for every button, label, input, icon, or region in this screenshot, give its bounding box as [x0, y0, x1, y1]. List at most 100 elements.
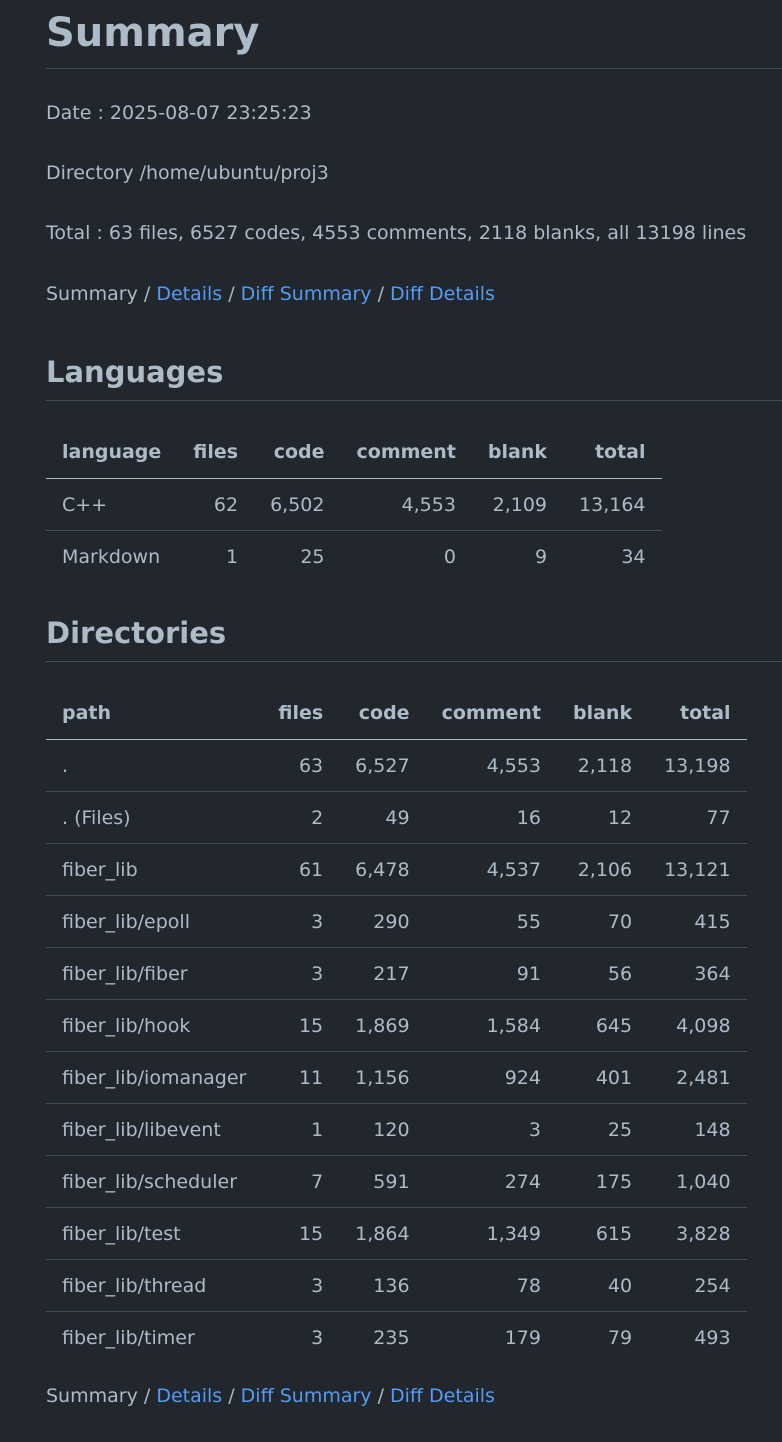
nav-diff-summary-link[interactable]: Diff Summary [241, 283, 372, 305]
table-row: . 63 6,527 4,553 2,118 13,198 [46, 739, 747, 792]
table-header-row: path files code comment blank total [46, 687, 747, 740]
numeric-cell: 91 [425, 947, 557, 1000]
numeric-cell: 415 [648, 895, 747, 948]
column-header[interactable]: comment [340, 426, 472, 479]
numeric-cell: 3,828 [648, 1207, 747, 1260]
column-header[interactable]: code [339, 687, 426, 740]
numeric-cell: 1,349 [425, 1207, 557, 1260]
table-row: . (Files) 2 49 16 12 77 [46, 791, 747, 844]
directories-table: path files code comment blank total . 63 6… [46, 687, 747, 1363]
table-row: fiber_lib/hook 15 1,869 1,584 645 4,098 [46, 999, 747, 1052]
nav-diff-details-link[interactable]: Diff Details [390, 283, 495, 305]
directories-body: . 63 6,527 4,553 2,118 13,198. (Files) 2 49 16 12… [46, 739, 747, 1364]
column-header[interactable]: code [254, 426, 341, 479]
numeric-cell: 1,040 [648, 1155, 747, 1208]
table-row: C++ 62 6,502 4,553 2,109 13,164 [46, 478, 662, 531]
numeric-cell: 1,864 [339, 1207, 426, 1260]
row-label-cell: . (Files) [46, 791, 263, 844]
numeric-cell: 6,502 [254, 478, 341, 531]
column-header[interactable]: path [46, 687, 263, 740]
total-line: Total : 63 files, 6527 codes, 4553 comme… [46, 222, 747, 244]
directories-heading: Directories [46, 615, 782, 662]
numeric-cell: 3 [262, 1259, 340, 1312]
nav-separator: / [137, 1385, 157, 1407]
column-header[interactable]: total [648, 687, 747, 740]
numeric-cell: 16 [425, 791, 557, 844]
numeric-cell: 62 [177, 478, 255, 531]
table-row: Markdown 1 25 0 9 34 [46, 531, 662, 583]
nav-separator: / [371, 283, 391, 305]
column-header[interactable]: blank [471, 426, 564, 479]
numeric-cell: 2,106 [556, 843, 649, 896]
numeric-cell: 63 [262, 739, 340, 792]
numeric-cell: 15 [262, 1207, 340, 1260]
numeric-cell: 364 [648, 947, 747, 1000]
row-label-cell: fiber_lib/iomanager [46, 1051, 263, 1104]
table-row: fiber_lib/fiber 3 217 91 56 364 [46, 947, 747, 1000]
numeric-cell: 13,198 [648, 739, 747, 792]
numeric-cell: 70 [556, 895, 649, 948]
column-header[interactable]: blank [556, 687, 649, 740]
column-header[interactable]: language [46, 426, 178, 479]
numeric-cell: 4,553 [425, 739, 557, 792]
numeric-cell: 6,478 [339, 843, 426, 896]
numeric-cell: 9 [534, 545, 548, 568]
table-row: fiber_lib/iomanager 11 1,156 924 401 2,481 [46, 1051, 747, 1104]
row-label-cell: Markdown [62, 545, 161, 568]
numeric-cell: 13,164 [563, 478, 662, 531]
column-header[interactable]: total [563, 426, 662, 479]
numeric-cell: 235 [373, 1326, 410, 1349]
numeric-cell: 175 [556, 1155, 649, 1208]
numeric-cell: 2,118 [556, 739, 649, 792]
numeric-cell: 4,553 [340, 478, 472, 531]
numeric-cell: 179 [504, 1326, 541, 1349]
numeric-cell: 401 [556, 1051, 649, 1104]
numeric-cell: 15 [262, 999, 340, 1052]
nav-details-link[interactable]: Details [156, 283, 222, 305]
numeric-cell: 290 [339, 895, 426, 948]
column-header[interactable]: comment [425, 687, 557, 740]
table-row: fiber_lib/scheduler 7 591 274 175 1,040 [46, 1155, 747, 1208]
numeric-cell: 645 [556, 999, 649, 1052]
numeric-cell: 1,156 [339, 1051, 426, 1104]
numeric-cell: 55 [425, 895, 557, 948]
numeric-cell: 148 [648, 1103, 747, 1156]
table-row: fiber_lib/epoll 3 290 55 70 415 [46, 895, 747, 948]
languages-heading: Languages [46, 354, 782, 401]
row-label-cell: fiber_lib/test [46, 1207, 263, 1260]
row-label-cell: . [46, 739, 263, 792]
numeric-cell: 3 [262, 895, 340, 948]
report-page: Summary Date : 2025-08-07 23:25:23 Direc… [46, 0, 782, 1409]
numeric-cell: 49 [339, 791, 426, 844]
column-header[interactable]: files [177, 426, 255, 479]
date-line: Date : 2025-08-07 23:25:23 [46, 102, 312, 124]
row-label-cell: C++ [46, 478, 178, 531]
row-label-cell: fiber_lib/fiber [46, 947, 263, 1000]
numeric-cell: 3 [262, 947, 340, 1000]
numeric-cell: 25 [300, 545, 325, 568]
numeric-cell: 3 [311, 1326, 324, 1349]
numeric-cell: 254 [648, 1259, 747, 1312]
top-nav: Summary / Details / Diff Summary / Diff … [46, 281, 782, 307]
table-row: fiber_lib/thread 3 136 78 40 254 [46, 1259, 747, 1312]
languages-body: C++ 62 6,502 4,553 2,109 13,164 Markdown 1 25 0 9 3… [46, 478, 662, 583]
numeric-cell: 61 [262, 843, 340, 896]
numeric-cell: 1,584 [425, 999, 557, 1052]
nav-separator: / [222, 283, 241, 305]
numeric-cell: 6,527 [339, 739, 426, 792]
nav-separator: / [222, 1385, 241, 1407]
row-label-cell: fiber_lib/libevent [46, 1103, 263, 1156]
nav-diff-details-link[interactable]: Diff Details [390, 1385, 495, 1407]
row-label-cell: fiber_lib/timer [62, 1326, 195, 1349]
numeric-cell: 615 [556, 1207, 649, 1260]
row-label-cell: fiber_lib [46, 843, 263, 896]
table-row: fiber_lib 61 6,478 4,537 2,106 13,121 [46, 843, 747, 896]
numeric-cell: 2,109 [471, 478, 564, 531]
nav-current-summary: Summary [46, 283, 138, 305]
column-header[interactable]: files [262, 687, 340, 740]
nav-diff-summary-link[interactable]: Diff Summary [241, 1385, 372, 1407]
numeric-cell: 2 [262, 791, 340, 844]
nav-details-link[interactable]: Details [156, 1385, 222, 1407]
numeric-cell: 77 [648, 791, 747, 844]
numeric-cell: 40 [556, 1259, 649, 1312]
